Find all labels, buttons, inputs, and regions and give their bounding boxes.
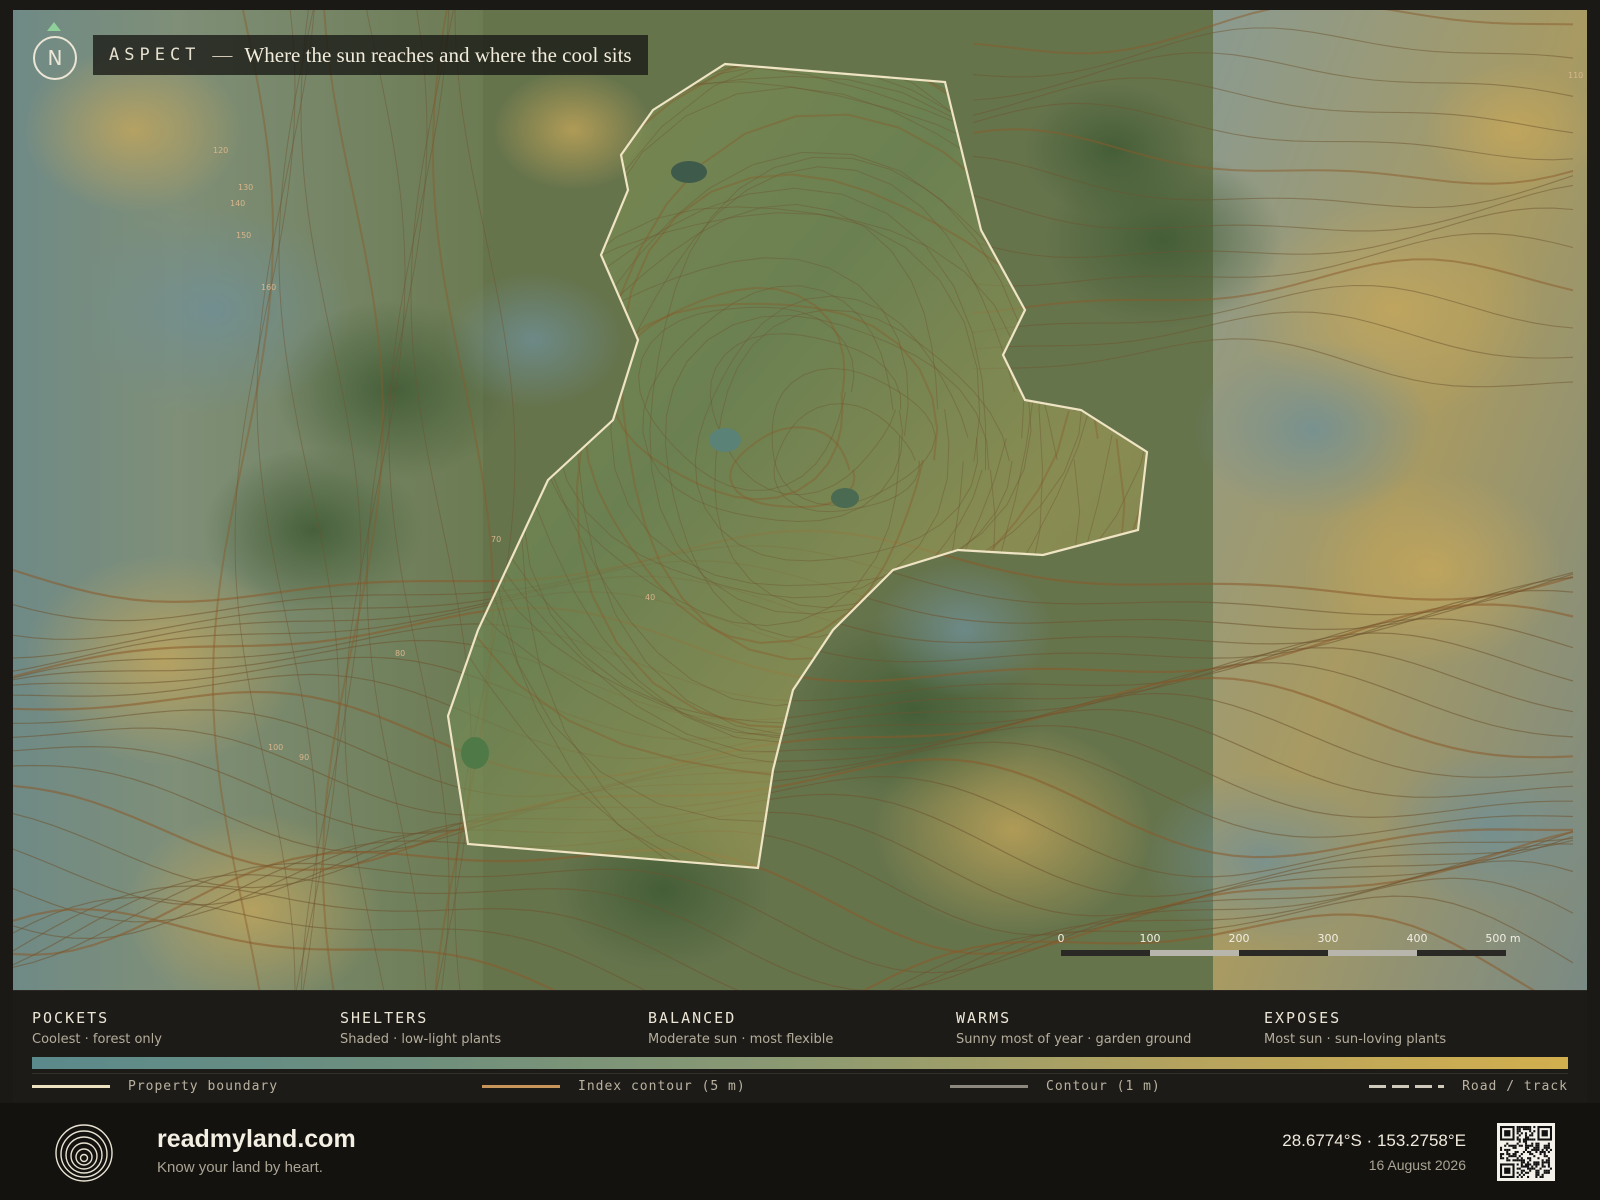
coordinates: 28.6774°S · 153.2758°E bbox=[1282, 1131, 1466, 1150]
class-desc: Most sun · sun-loving plants bbox=[1264, 1032, 1447, 1047]
class-exposes: EXPOSES Most sun · sun-loving plants bbox=[1264, 1009, 1572, 1047]
key-label: Index contour (5 m) bbox=[578, 1079, 746, 1094]
contour-label: 140 bbox=[230, 199, 245, 208]
contour-label: 120 bbox=[213, 146, 228, 155]
scale-bar: 0 100 200 300 400 500 m bbox=[1057, 932, 1521, 962]
north-arrow: N bbox=[33, 22, 77, 82]
class-desc: Shaded · low-light plants bbox=[340, 1032, 502, 1047]
legend-divider bbox=[32, 1073, 1568, 1074]
contour-label: 100 bbox=[268, 743, 283, 752]
contour-swatch bbox=[950, 1085, 1028, 1088]
map-date: 16 August 2026 bbox=[1368, 1157, 1466, 1173]
key-contour: Contour (1 m) bbox=[950, 1079, 1161, 1094]
title-text: Where the sun reaches and where the cool… bbox=[244, 42, 632, 67]
contour-label: 150 bbox=[236, 231, 251, 240]
class-name: WARMS bbox=[956, 1009, 1012, 1027]
key-index-contour: Index contour (5 m) bbox=[482, 1079, 746, 1094]
class-desc: Sunny most of year · garden ground bbox=[956, 1032, 1192, 1047]
class-balanced: BALANCED Moderate sun · most flexible bbox=[648, 1009, 956, 1047]
contour-label: 90 bbox=[299, 753, 309, 762]
class-pockets: POCKETS Coolest · forest only bbox=[32, 1009, 340, 1047]
index-contour-swatch bbox=[482, 1085, 560, 1088]
spiral-logo-icon bbox=[55, 1124, 113, 1182]
scale-label: 300 bbox=[1317, 932, 1339, 945]
class-shelters: SHELTERS Shaded · low-light plants bbox=[340, 1009, 648, 1047]
scale-label: 400 bbox=[1406, 932, 1428, 945]
class-desc: Coolest · forest only bbox=[32, 1032, 162, 1047]
class-name: POCKETS bbox=[32, 1009, 110, 1027]
key-road: Road / track bbox=[1369, 1079, 1568, 1094]
scale-label: 500 m bbox=[1485, 932, 1521, 945]
scale-label: 200 bbox=[1228, 932, 1250, 945]
aspect-map[interactable]: 120 130 140 150 160 70 80 100 90 110 40 N ASPECT —… bbox=[13, 10, 1587, 990]
class-name: BALANCED bbox=[648, 1009, 737, 1027]
aspect-color-ramp bbox=[32, 1057, 1568, 1069]
brand-link[interactable]: readmyland.com bbox=[157, 1125, 356, 1154]
key-property-boundary: Property boundary bbox=[32, 1079, 278, 1094]
tagline: Know your land by heart. bbox=[157, 1159, 323, 1176]
contour-label: 40 bbox=[645, 593, 655, 602]
scale-label: 100 bbox=[1139, 932, 1161, 945]
map-canvas: 120 130 140 150 160 70 80 100 90 110 40 bbox=[13, 10, 1587, 990]
road-swatch bbox=[1369, 1085, 1445, 1088]
footer: readmyland.com Know your land by heart. … bbox=[0, 1103, 1600, 1200]
line-keys: Property boundary Index contour (5 m) Co… bbox=[32, 1079, 1568, 1099]
class-name: EXPOSES bbox=[1264, 1009, 1342, 1027]
key-label: Property boundary bbox=[128, 1079, 279, 1094]
title-separator: — bbox=[212, 43, 233, 66]
map-title: ASPECT — Where the sun reaches and where… bbox=[93, 35, 648, 75]
aspect-classes: POCKETS Coolest · forest only SHELTERS S… bbox=[32, 1009, 1572, 1047]
class-name: SHELTERS bbox=[340, 1009, 429, 1027]
key-label: Road / track bbox=[1462, 1079, 1568, 1094]
scale-label: 0 bbox=[1057, 932, 1065, 945]
contour-label: 130 bbox=[238, 183, 253, 192]
qr-code-icon[interactable] bbox=[1497, 1123, 1555, 1181]
contour-label: 80 bbox=[395, 649, 405, 658]
contour-label: 110 bbox=[1568, 71, 1583, 80]
title-kicker: ASPECT bbox=[109, 45, 201, 65]
boundary-swatch bbox=[32, 1085, 110, 1088]
class-warms: WARMS Sunny most of year · garden ground bbox=[956, 1009, 1264, 1047]
contour-label: 70 bbox=[491, 535, 501, 544]
north-arrow-icon bbox=[47, 22, 61, 31]
scale-segments bbox=[1061, 950, 1506, 956]
key-label: Contour (1 m) bbox=[1046, 1079, 1161, 1094]
legend-panel: POCKETS Coolest · forest only SHELTERS S… bbox=[13, 990, 1587, 1102]
class-desc: Moderate sun · most flexible bbox=[648, 1032, 834, 1047]
north-label: N bbox=[33, 36, 77, 80]
contour-label: 160 bbox=[261, 283, 276, 292]
